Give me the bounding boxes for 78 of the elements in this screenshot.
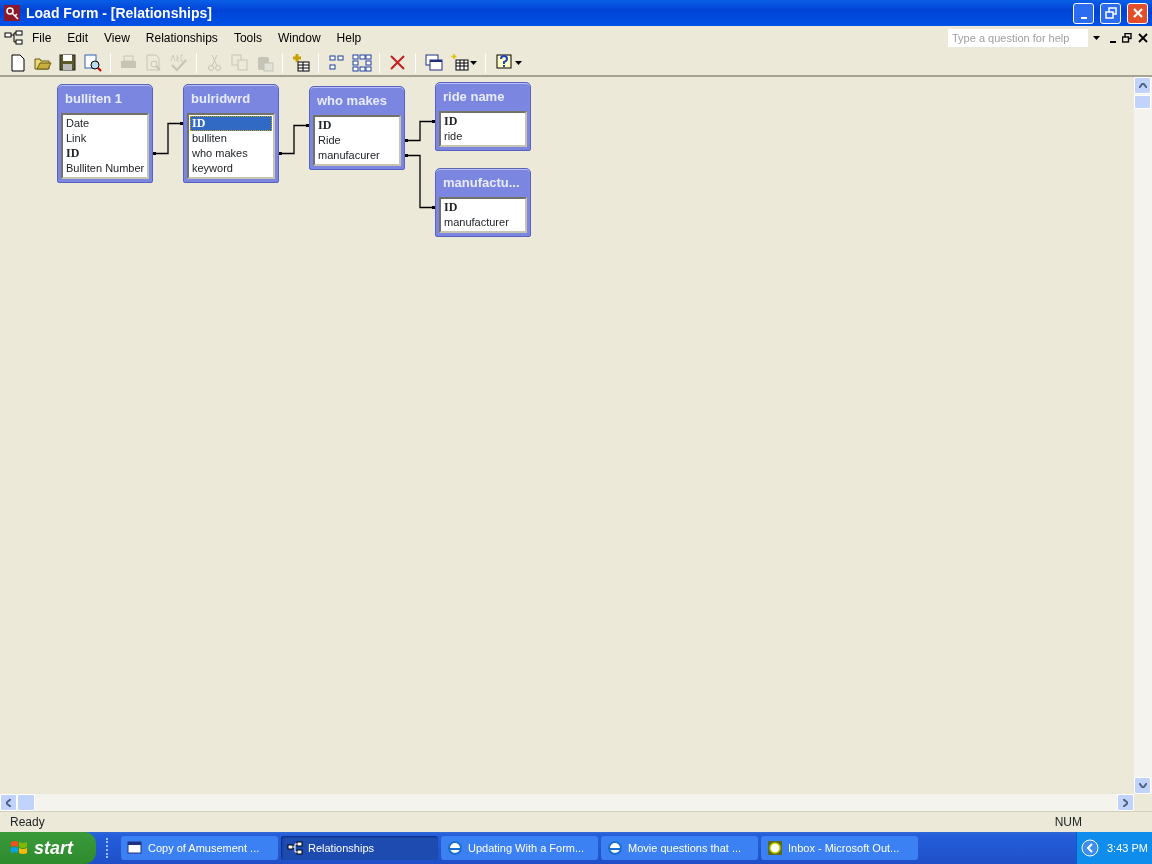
relationship-line[interactable] xyxy=(404,154,436,209)
close-icon xyxy=(1131,7,1144,19)
key-app-icon xyxy=(4,5,20,21)
table-title: bulliten 1 xyxy=(64,90,124,109)
taskbar-button[interactable]: Movie questions that ... xyxy=(601,836,758,860)
scroll-up-button[interactable] xyxy=(1134,77,1151,94)
status-text: Ready xyxy=(9,814,46,831)
field-item[interactable]: ID xyxy=(442,200,524,215)
table-window[interactable]: bulliten 1 Date Link ID Bulliten Number xyxy=(57,84,153,183)
restore-icon xyxy=(1104,7,1117,19)
caret-icon[interactable] xyxy=(514,60,522,65)
minimize-button[interactable] xyxy=(1073,2,1094,24)
close-icon[interactable] xyxy=(1138,33,1148,43)
menu-item[interactable]: Window xyxy=(269,27,329,49)
window-title: Load Form - [Relationships] xyxy=(26,3,212,23)
caret-icon[interactable] xyxy=(469,60,477,65)
menu-item[interactable]: View xyxy=(96,27,138,49)
table-window[interactable]: ride name ID ride xyxy=(435,82,531,151)
clock-text: 3:43 PM xyxy=(1107,840,1148,856)
field-item[interactable]: manufacurer xyxy=(316,148,398,163)
menu-item[interactable]: File xyxy=(24,27,60,49)
scroll-thumb[interactable] xyxy=(17,794,35,811)
linked-boxes-icon[interactable] xyxy=(326,52,347,73)
field-item[interactable]: ID xyxy=(316,118,398,133)
taskbar-button[interactable]: Relationships xyxy=(281,836,438,860)
field-item[interactable]: ID xyxy=(64,146,146,161)
relationship-line[interactable] xyxy=(152,122,184,155)
help-search-field[interactable]: Type a question for help xyxy=(948,29,1088,47)
windows-icon[interactable] xyxy=(423,52,444,73)
restore-button[interactable] xyxy=(1100,2,1121,24)
table-window[interactable]: bulridwrd ID bulliten who makes keyword xyxy=(183,84,279,183)
field-item[interactable]: keyword xyxy=(190,161,272,176)
table-title: bulridwrd xyxy=(190,90,252,109)
field-item[interactable]: ID xyxy=(190,116,272,131)
field-item[interactable]: manufacturer xyxy=(442,215,524,230)
taskbar-button[interactable]: Updating With a Form... xyxy=(441,836,598,860)
table-title: manufactu... xyxy=(442,174,521,193)
browser-e-icon xyxy=(447,840,463,856)
windows-logo-icon xyxy=(10,839,28,857)
restore-icon[interactable] xyxy=(1122,33,1132,43)
table-title: who makes xyxy=(316,92,389,111)
scroll-left-button[interactable] xyxy=(0,794,17,811)
field-item[interactable]: ride xyxy=(442,129,524,144)
taskbar-button[interactable]: Copy of Amusement ... xyxy=(121,836,278,860)
field-item[interactable]: Link xyxy=(64,131,146,146)
relationship-line[interactable] xyxy=(404,120,436,142)
scroll-right-button[interactable] xyxy=(1117,794,1134,811)
menu-item[interactable]: Help xyxy=(328,27,370,49)
toolbar-grip xyxy=(106,838,110,858)
show-hidden-icons-icon[interactable] xyxy=(1081,839,1099,857)
field-item[interactable]: who makes xyxy=(190,146,272,161)
field-item[interactable]: Ride xyxy=(316,133,398,148)
start-button[interactable]: start xyxy=(0,832,96,864)
relationships-icon xyxy=(4,30,24,46)
table-sparkle-icon[interactable] xyxy=(449,52,470,73)
relationships-icon xyxy=(287,840,303,856)
add-table-icon[interactable] xyxy=(290,52,311,73)
field-item[interactable]: Bulliten Number xyxy=(64,161,146,176)
field-item[interactable]: ID xyxy=(442,114,524,129)
menu-item[interactable]: Tools xyxy=(225,27,270,49)
table-window[interactable]: manufactu... ID manufacturer xyxy=(435,168,531,237)
menu-item[interactable]: Edit xyxy=(59,27,97,49)
taskbar-button[interactable]: Inbox - Microsoft Out... xyxy=(761,836,918,860)
relationship-line[interactable] xyxy=(278,124,310,155)
menu-item[interactable]: Relationships xyxy=(137,27,226,49)
field-item[interactable]: bulliten xyxy=(190,131,272,146)
table-window[interactable]: who makes ID Ride manufacurer xyxy=(309,86,405,170)
scroll-down-button[interactable] xyxy=(1134,777,1151,794)
magnifier-document-icon[interactable] xyxy=(82,52,103,73)
close-button[interactable] xyxy=(1127,2,1148,24)
document-window-icon xyxy=(127,840,143,856)
browser-e-icon xyxy=(607,840,623,856)
field-item[interactable]: Date xyxy=(64,116,146,131)
table-title: ride name xyxy=(442,88,506,107)
scroll-thumb[interactable] xyxy=(1134,95,1151,109)
num-lock-indicator: NUM xyxy=(1053,814,1083,831)
minimize-icon xyxy=(1080,16,1087,19)
box-grid-icon[interactable] xyxy=(351,52,372,73)
